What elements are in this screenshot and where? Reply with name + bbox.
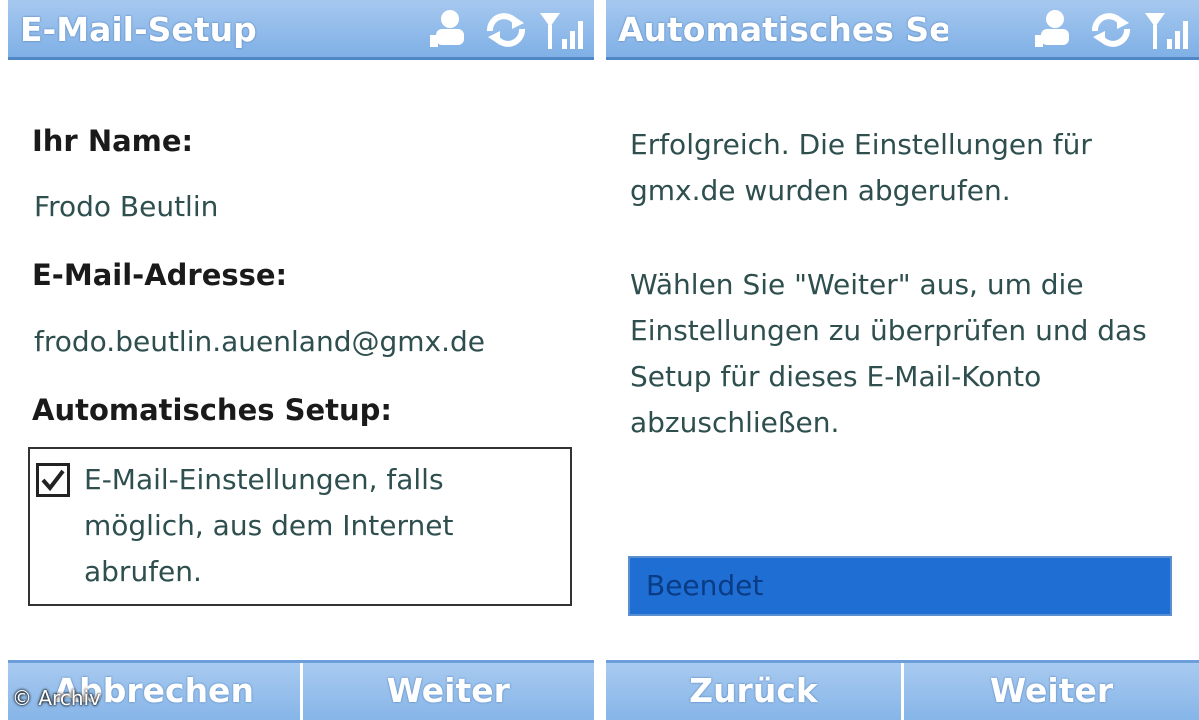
email-label: E-Mail-Adresse: — [32, 258, 288, 292]
automatic-setup-screen: Automatisches Se Erfolgreich. Die Einste… — [600, 0, 1199, 720]
screen-title: E-Mail-Setup — [20, 10, 257, 49]
next-button[interactable]: Weiter — [299, 663, 595, 720]
email-setup-screen: E-Mail-Setup Ihr Name: Frodo Beutlin E-M… — [0, 0, 600, 720]
sync-icon — [1085, 7, 1137, 53]
email-field[interactable]: frodo.beutlin.auenland@gmx.de — [34, 325, 485, 358]
signal-strength-icon — [1141, 7, 1193, 53]
name-label: Ihr Name: — [32, 124, 194, 158]
status-icons — [1029, 6, 1193, 54]
auto-setup-checkbox[interactable] — [36, 463, 70, 497]
sync-icon — [480, 7, 532, 53]
instruction-message: Wählen Sie "Weiter" aus, um die Einstell… — [630, 268, 1147, 439]
network-user-icon — [424, 7, 476, 53]
auto-setup-checkbox-label[interactable]: E-Mail-Einstellungen, falls möglich, aus… — [84, 457, 560, 595]
name-field[interactable]: Frodo Beutlin — [34, 190, 218, 223]
auto-setup-option: E-Mail-Einstellungen, falls möglich, aus… — [28, 447, 572, 606]
status-icons — [424, 6, 588, 54]
network-user-icon — [1029, 7, 1081, 53]
screen-title: Automatisches Se — [618, 10, 948, 49]
title-bar: Automatisches Se — [606, 0, 1199, 60]
success-message: Erfolgreich. Die Einstellungen für gmx.d… — [630, 128, 1092, 207]
copyright-watermark: © Archiv — [12, 686, 101, 710]
title-bar: E-Mail-Setup — [8, 0, 594, 60]
auto-setup-label: Automatisches Setup: — [32, 393, 393, 427]
signal-strength-icon — [536, 7, 588, 53]
progress-status: Beendet — [646, 569, 764, 602]
next-button[interactable]: Weiter — [901, 663, 1199, 720]
checkmark-icon — [41, 469, 65, 492]
softkey-bar: Zurück Weiter — [606, 660, 1199, 720]
back-button[interactable]: Zurück — [606, 663, 901, 720]
progress-bar: Beendet — [628, 556, 1172, 616]
